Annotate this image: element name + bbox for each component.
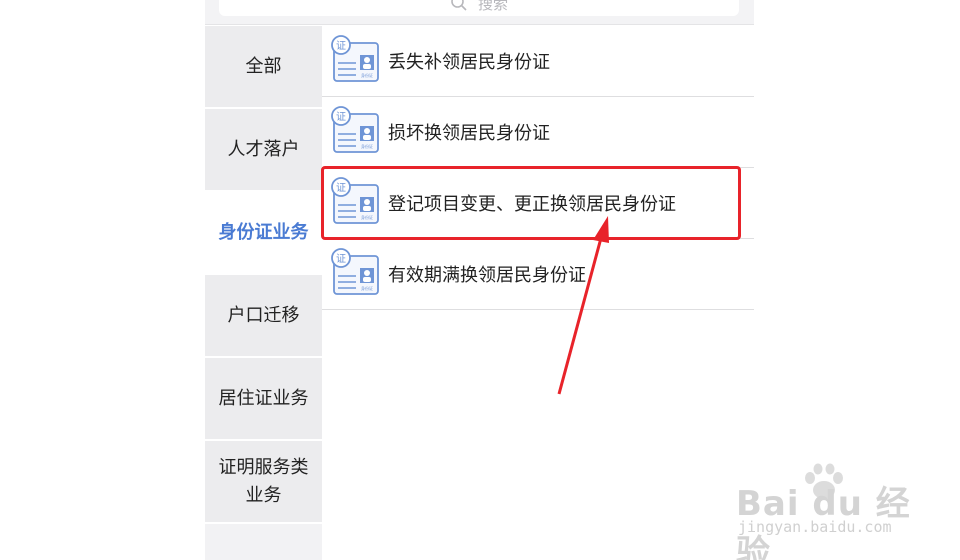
search-placeholder: 搜索 [477,0,508,13]
list-item[interactable]: 身份证 证 有效期满换领居民身份证 [322,239,754,310]
svg-text:身份证: 身份证 [361,143,373,149]
svg-text:证: 证 [336,111,346,123]
service-label: 登记项目变更、更正换领居民身份证 [388,194,676,215]
list-item[interactable]: 身份证 证 丢失补领居民身份证 [322,26,754,97]
svg-text:身份证: 身份证 [361,285,373,291]
baidu-jingyan-watermark: Bai du 经验 jingyan.baidu.com [736,462,926,560]
sidebar-item-talent-settlement[interactable]: 人才落户 [205,109,322,192]
sidebar-item-id-card-services[interactable]: 身份证业务 [205,192,322,275]
app-screen: 搜索 全部 人才落户 身份证业务 户口迁移 居住证业务 证明服务类业务 身份证 … [205,0,754,560]
paw-icon [805,463,843,499]
service-label: 损坏换领居民身份证 [388,123,550,144]
svg-text:证: 证 [336,40,346,52]
svg-text:身份证: 身份证 [361,72,373,78]
sidebar-item-household-migration[interactable]: 户口迁移 [205,275,322,358]
watermark-url: jingyan.baidu.com [738,518,892,536]
search-icon [451,0,467,11]
watermark-brand: Bai du 经验 [736,484,911,560]
service-list: 身份证 证 丢失补领居民身份证 身份证 证 损坏换领居民身份证 身份证 证 登记… [322,26,754,310]
search-input[interactable]: 搜索 [219,0,739,16]
svg-text:证: 证 [336,253,346,265]
id-card-icon: 身份证 证 [331,248,379,295]
search-bar: 搜索 [205,0,754,25]
sidebar-item-residence-permit[interactable]: 居住证业务 [205,358,322,441]
svg-text:证: 证 [336,182,346,194]
list-item[interactable]: 身份证 证 损坏换领居民身份证 [322,97,754,168]
svg-text:身份证: 身份证 [361,214,373,220]
service-label: 有效期满换领居民身份证 [388,265,586,286]
sidebar-item-certificate-services[interactable]: 证明服务类业务 [205,441,322,524]
service-label: 丢失补领居民身份证 [388,52,550,73]
id-card-icon: 身份证 证 [331,106,379,153]
category-sidebar: 全部 人才落户 身份证业务 户口迁移 居住证业务 证明服务类业务 [205,26,322,560]
id-card-icon: 身份证 证 [331,35,379,82]
sidebar-item-all[interactable]: 全部 [205,26,322,109]
list-item[interactable]: 身份证 证 登记项目变更、更正换领居民身份证 [322,168,754,239]
id-card-icon: 身份证 证 [331,177,379,224]
